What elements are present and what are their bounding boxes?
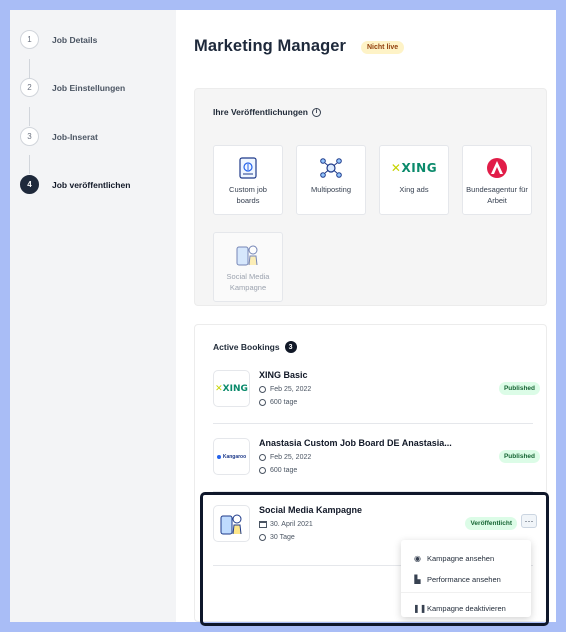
booking-name: XING Basic [259,370,308,380]
card-label: Xing ads [399,185,429,194]
booking-name: Anastasia Custom Job Board DE Anastasia.… [259,438,452,448]
card-multiposting[interactable]: Multiposting [296,145,366,215]
booking-item[interactable]: Kangaroo Anastasia Custom Job Board DE A… [213,438,540,478]
step-number: 2 [20,78,39,97]
menu-divider [401,592,531,593]
step-label: Job Einstellungen [52,82,126,93]
booking-duration: 30 Tage [259,534,295,541]
booking-item[interactable]: Social Media Kampagne 30. April 2021 30 … [213,505,537,545]
xing-logo-text: XING [222,383,248,394]
xing-logo: ✕XING [390,161,438,175]
active-bookings-heading: Active Bookings 3 [213,341,297,353]
status-badge: Nicht live [361,41,405,54]
card-custom-job-boards[interactable]: Custom job boards [213,145,283,215]
clock-icon [259,454,266,461]
status-badge: Published [498,450,540,463]
active-bookings-title: Active Bookings [213,342,280,352]
calendar-icon [259,521,267,528]
step-job-details[interactable]: 1 Job Details [20,30,97,49]
page-title: Marketing Manager [194,37,347,55]
eye-icon: ◉ [414,554,421,563]
bar-chart-icon: ▙ [414,575,421,584]
step-label: Job Details [52,34,98,45]
clock-icon [259,467,266,474]
clock-icon [259,386,266,393]
booking-date: Feb 25, 2022 [259,454,311,461]
menu-item-label: Kampagne deaktivieren [427,604,506,613]
step-connector [29,155,30,174]
divider [213,423,533,424]
card-social-media-kampagne[interactable]: Social Media Kampagne [213,232,283,302]
status-badge: Published [498,382,540,395]
status-badge: Veröffentlicht [465,517,517,530]
kangaroo-logo-text: Kangaroo [222,453,247,460]
booking-duration: 600 tage [259,399,297,406]
booking-duration: 600 tage [259,467,297,474]
booking-date: Feb 25, 2022 [259,386,311,393]
publications-heading: Ihre Veröffentlichungen i [213,107,321,117]
step-job-einstellungen[interactable]: 2 Job Einstellungen [20,78,125,97]
booking-context-menu: ◉ Kampagne ansehen ▙ Performance ansehen… [401,540,531,617]
app-window: 1 Job Details 2 Job Einstellungen 3 Job-… [10,10,556,622]
step-job-veroeffentlichen[interactable]: 4 Job veröffentlichen [20,175,130,194]
kangaroo-logo: Kangaroo [213,438,250,475]
step-connector [29,59,30,78]
step-number: 1 [20,30,39,49]
clock-icon [259,534,266,541]
booking-date: 30. April 2021 [259,521,313,528]
info-icon[interactable]: i [311,107,321,117]
publications-title: Ihre Veröffentlichungen [213,107,308,117]
card-bundesagentur[interactable]: Bundesagentur für Arbeit [462,145,532,215]
card-label: Multiposting [310,185,352,194]
stepper-sidebar: 1 Job Details 2 Job Einstellungen 3 Job-… [10,10,176,622]
menu-item-label: Performance ansehen [427,575,501,584]
card-xing-ads[interactable]: ✕XING Xing ads [379,145,449,215]
document-icon [238,156,258,180]
menu-item-label: Kampagne ansehen [427,554,495,563]
step-label: Job-Inserat [52,131,98,142]
social-media-icon [213,505,250,542]
step-label: Job veröffentlichen [52,179,131,190]
main-content: Marketing Manager Nicht live Ihre Veröff… [176,10,556,622]
network-icon [319,156,343,180]
booking-name: Social Media Kampagne [259,505,363,515]
menu-item-kampagne-deaktivieren[interactable]: ❚❚ Kampagne deaktivieren [413,604,506,613]
clock-icon [259,399,266,406]
social-media-icon [235,243,261,267]
pause-icon: ❚❚ [413,604,427,613]
step-connector [29,107,30,126]
bookings-count-badge: 3 [284,341,297,353]
card-label: Social Media Kampagne [226,272,270,292]
more-options-button[interactable]: ··· [521,514,537,528]
step-number: 3 [20,127,39,146]
menu-item-performance-ansehen[interactable]: ▙ Performance ansehen [413,575,501,584]
step-job-inserat[interactable]: 3 Job-Inserat [20,127,98,146]
card-label: Custom job boards [229,185,267,205]
divider [213,491,533,492]
xing-logo-text: XING [401,161,438,175]
card-label: Bundesagentur für Arbeit [466,185,528,205]
booking-item[interactable]: ✕XING XING Basic Feb 25, 2022 600 tage P… [213,370,540,410]
menu-item-kampagne-ansehen[interactable]: ◉ Kampagne ansehen [413,554,494,563]
step-number: 4 [20,175,39,194]
xing-logo: ✕XING [213,370,250,407]
bundesagentur-logo [486,156,508,180]
publications-panel: Ihre Veröffentlichungen i Custom job boa… [194,88,547,306]
